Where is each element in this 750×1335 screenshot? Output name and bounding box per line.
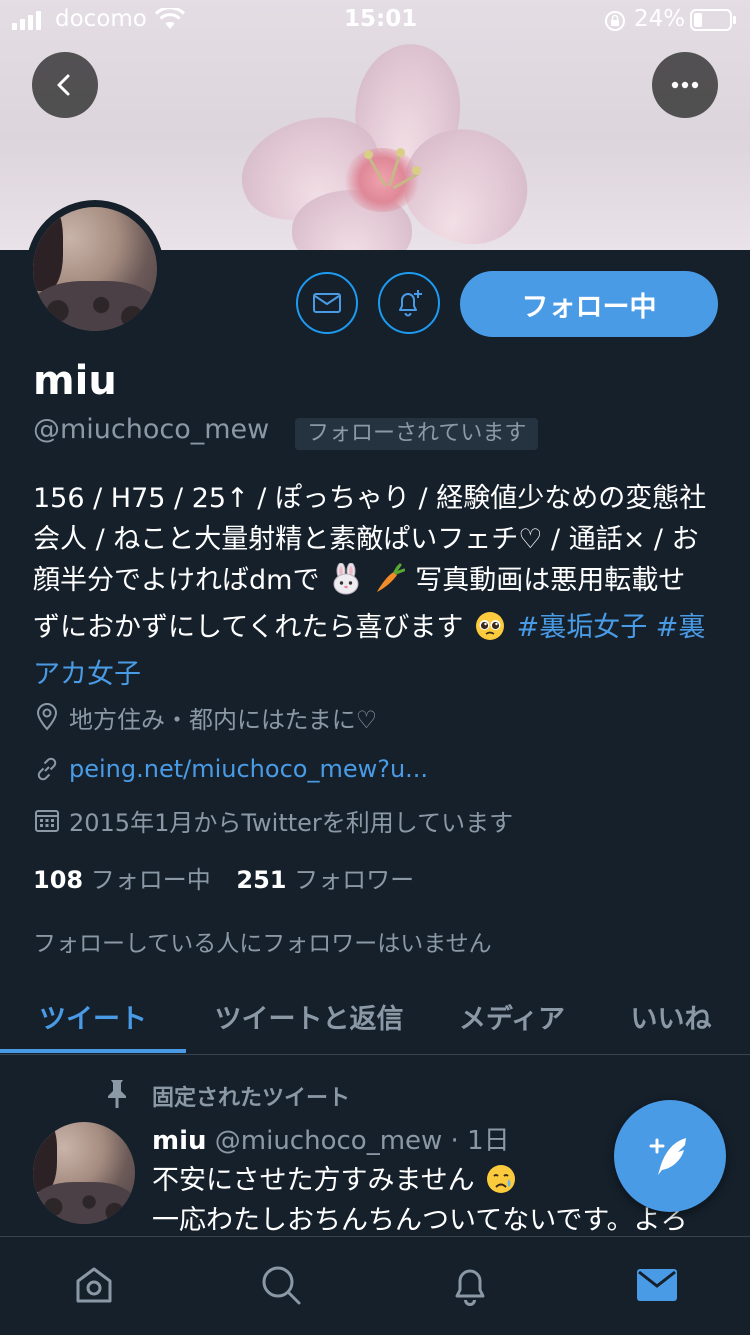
banner-stamen-tip (412, 166, 421, 175)
carrier-name: docomo (55, 6, 147, 32)
followers-label: フォロワー (294, 866, 415, 894)
website-link[interactable]: peing.net/miuchoco_mew?u... (69, 755, 428, 783)
banner-stamen-tip (364, 150, 373, 159)
crying-face-emoji-icon (485, 1163, 517, 1202)
follows-you-badge: フォローされています (295, 418, 539, 450)
active-tab-indicator (0, 1049, 186, 1053)
chevron-left-icon (57, 74, 70, 96)
signal-icon (12, 10, 46, 30)
profile-bio: 156 / H75 / 25↑ / ぽっちゃり / 経験値少なめの変態社 会人 … (33, 478, 723, 695)
wifi-icon (154, 6, 186, 36)
bio-line: アカ女子 (33, 654, 723, 695)
pin-icon (102, 1078, 132, 1114)
profile-name: miu (33, 358, 117, 404)
followers-count: 251 (236, 866, 287, 894)
more-button[interactable] (652, 52, 718, 118)
profile-avatar[interactable] (26, 200, 164, 338)
bell-plus-icon (399, 290, 422, 317)
follow-counts: 108 フォロー中 251 フォロワー (33, 860, 414, 895)
link-icon (33, 755, 61, 783)
back-button[interactable] (32, 52, 98, 118)
pleading-face-emoji-icon (474, 610, 506, 654)
battery-percent: 24% (634, 6, 686, 32)
following-count: 108 (33, 866, 84, 894)
tweet-avatar[interactable] (33, 1122, 135, 1224)
location-pin-icon (33, 703, 61, 731)
profile-joined-date: 2015年1月からTwitterを利用しています (33, 803, 513, 837)
bottom-navigation (0, 1236, 750, 1335)
tweet-header: miu @miuchoco_mew · 1日 (152, 1120, 510, 1157)
orientation-lock-icon (604, 10, 626, 38)
hashtag-link[interactable]: #裏 (656, 612, 706, 643)
nav-search-button[interactable] (257, 1261, 305, 1309)
tweet-author-name: miu (152, 1126, 207, 1156)
message-button[interactable] (296, 272, 358, 334)
battery-icon (690, 9, 736, 31)
messages-icon (637, 1269, 677, 1301)
bio-line: 会人 / ねこと大量射精と素敵ぱいフェチ♡ / 通話× / お (33, 524, 699, 555)
more-icon (671, 81, 699, 89)
bio-line: 顔半分でよければdmで 写真動画は悪用転載せ (33, 560, 723, 607)
bio-line: 156 / H75 / 25↑ / ぽっちゃり / 経験値少なめの変態社 (33, 483, 707, 514)
location-text: 地方住み・都内にはたまに♡ (69, 705, 378, 734)
following-link[interactable]: 108 フォロー中 (33, 866, 211, 894)
following-button[interactable]: フォロー中 (460, 271, 718, 337)
profile-location: 地方住み・都内にはたまに♡ (33, 700, 377, 734)
joined-text: 2015年1月からTwitterを利用しています (69, 808, 514, 837)
nav-messages-button[interactable] (633, 1261, 681, 1309)
banner-stamen-tip (396, 148, 405, 157)
tab-likes[interactable]: いいね (610, 980, 732, 1052)
compose-tweet-icon (649, 1138, 686, 1175)
rabbit-emoji-icon (330, 562, 362, 607)
tweet-time: · 1日 (450, 1126, 510, 1156)
carrot-emoji-icon (373, 563, 406, 607)
calendar-icon (33, 806, 61, 834)
hashtag-link-continued[interactable]: アカ女子 (33, 659, 141, 690)
tweet-text-line: 一応わたしおちんちんついてないです。よろ (152, 1205, 688, 1236)
clock: 15:01 (344, 6, 418, 32)
bio-line: ずにおかずにしてくれたら喜びます #裏垢女子 #裏 (33, 607, 723, 654)
mail-icon (313, 293, 341, 313)
search-icon (262, 1266, 301, 1305)
tweet-author-handle: @miuchoco_mew (214, 1126, 443, 1156)
tab-media[interactable]: メディア (440, 980, 584, 1052)
avatar-image (33, 207, 157, 331)
tab-tweets[interactable]: ツイート (0, 980, 186, 1052)
home-icon (76, 1267, 112, 1303)
battery-fill (694, 13, 702, 27)
profile-website: peing.net/miuchoco_mew?u... (33, 752, 428, 786)
status-bar: docomo 15:01 24% (0, 0, 750, 40)
mutual-followers-note: フォローしている人にフォロワーはいません (33, 931, 492, 957)
nav-notifications-button[interactable] (446, 1261, 494, 1309)
tweet-text-line: 不安にさせた方すみません (152, 1158, 517, 1202)
pinned-tweet-label: 固定されたツイート (152, 1086, 351, 1111)
following-label: フォロー中 (90, 866, 211, 894)
profile-tabs: ツイート ツイートと返信 メディア いいね (0, 980, 750, 1055)
tab-tweets-and-replies[interactable]: ツイートと返信 (196, 980, 422, 1052)
compose-tweet-button[interactable] (614, 1100, 726, 1212)
notifications-icon (455, 1269, 485, 1306)
nav-home-button[interactable] (70, 1261, 118, 1309)
notify-button[interactable] (378, 272, 440, 334)
followers-link[interactable]: 251 フォロワー (236, 866, 414, 894)
profile-handle: @miuchoco_mew (33, 414, 270, 445)
hashtag-link[interactable]: #裏垢女子 (517, 612, 648, 643)
